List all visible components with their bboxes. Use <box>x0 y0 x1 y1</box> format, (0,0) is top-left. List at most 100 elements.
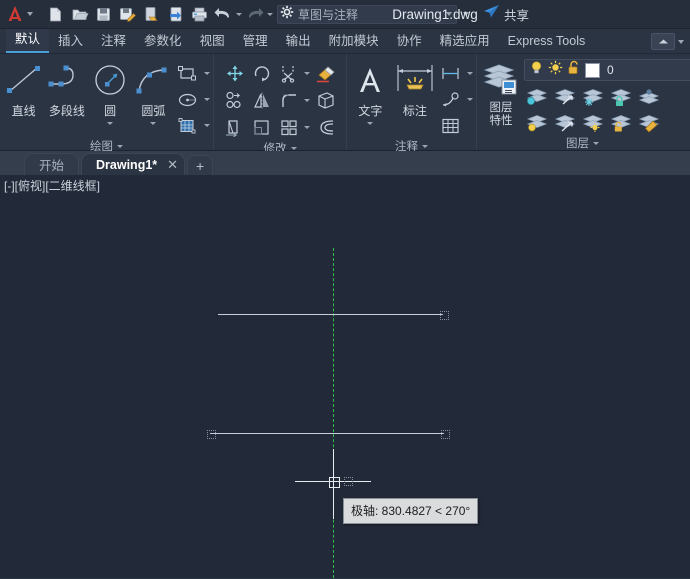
dimension-style-dropdown-caret[interactable] <box>465 72 474 75</box>
redo-dropdown-caret[interactable] <box>267 13 273 16</box>
fillet-dropdown-caret[interactable] <box>303 99 312 102</box>
layer-isolate-icon[interactable] <box>524 84 550 109</box>
export-icon[interactable] <box>140 3 163 25</box>
layer-color-swatch[interactable] <box>585 63 600 78</box>
trim-dropdown-caret[interactable] <box>303 72 312 75</box>
stretch-icon[interactable] <box>222 115 248 140</box>
ellipse-dropdown-caret[interactable] <box>202 98 211 101</box>
polyline-button[interactable]: 多段线 <box>45 59 88 127</box>
rectangle-icon[interactable] <box>175 61 201 86</box>
array-icon[interactable] <box>276 115 302 140</box>
ellipse-icon[interactable] <box>175 87 201 112</box>
offset-icon[interactable] <box>313 115 339 140</box>
drawing-canvas[interactable]: [-][俯视][二维线框] 极轴: 830.4827 < 270° <box>0 175 690 578</box>
file-tab-drawing1-label: Drawing1* <box>96 158 157 172</box>
current-layer-control[interactable]: 0 <box>524 59 690 81</box>
workspace-switcher[interactable]: 草图与注释 <box>277 5 457 24</box>
print-icon[interactable] <box>188 3 211 25</box>
lightbulb-icon[interactable] <box>529 60 544 80</box>
file-tab-start[interactable]: 开始 <box>24 153 79 175</box>
text-button[interactable]: 文字 <box>349 59 392 127</box>
ribbon-tab-view[interactable]: 视图 <box>191 31 234 53</box>
layer-lock-icon[interactable] <box>608 84 634 109</box>
horizontal-line-upper[interactable] <box>218 314 443 315</box>
layer-properties-label-line1: 图层 <box>490 102 513 115</box>
dimension-button[interactable]: 标注 <box>392 59 438 127</box>
fillet-icon[interactable] <box>276 88 302 113</box>
hatch-icon[interactable] <box>175 113 201 138</box>
arc-button[interactable]: 圆弧 <box>132 59 175 127</box>
panel-annotation-expand-caret[interactable] <box>422 145 428 148</box>
layer-unisolate-icon[interactable] <box>552 84 578 109</box>
share-button[interactable]: 共享 <box>483 4 529 24</box>
leader-dropdown-caret[interactable] <box>465 98 474 101</box>
close-icon[interactable]: ✕ <box>167 159 178 171</box>
save-as-icon[interactable] <box>116 3 139 25</box>
endpoint-marker-lower-right <box>441 430 450 439</box>
arc-label: 圆弧 <box>141 102 165 119</box>
layer-unlock-icon[interactable] <box>608 110 634 135</box>
array-dropdown-caret[interactable] <box>303 126 312 129</box>
quick-access-customize-caret[interactable] <box>27 12 33 16</box>
line-button[interactable]: 直线 <box>2 59 45 127</box>
copy-icon[interactable] <box>222 88 248 113</box>
trim-icon[interactable] <box>276 61 302 86</box>
qat-more-caret[interactable] <box>463 12 469 16</box>
minimize-ribbon-icon[interactable] <box>651 33 675 50</box>
ribbon-tab-manage[interactable]: 管理 <box>234 31 277 53</box>
crosshair-aperture <box>344 477 353 486</box>
3d-array-icon[interactable] <box>313 88 339 113</box>
ribbon-tab-insert[interactable]: 插入 <box>49 31 92 53</box>
circle-dropdown-caret[interactable] <box>107 120 113 127</box>
ribbon-options-caret[interactable] <box>678 40 684 44</box>
ribbon-tab-home[interactable]: 默认 <box>6 29 49 53</box>
cloud-sync-icon[interactable] <box>164 3 187 25</box>
move-icon[interactable] <box>222 61 248 86</box>
open-file-icon[interactable] <box>68 3 91 25</box>
panel-layers-expand-caret[interactable] <box>593 142 599 145</box>
horizontal-line-lower[interactable] <box>210 433 444 434</box>
rotate-icon[interactable] <box>249 61 275 86</box>
panel-modify-expand-caret[interactable] <box>291 147 297 150</box>
arc-dropdown-caret[interactable] <box>150 120 156 127</box>
workspace-dropdown-caret[interactable] <box>446 12 452 16</box>
ribbon-tab-addins[interactable]: 附加模块 <box>320 31 388 53</box>
unlock-icon[interactable] <box>567 60 581 80</box>
leader-icon[interactable] <box>438 87 464 112</box>
redo-icon[interactable] <box>243 3 266 25</box>
autocad-logo-icon[interactable] <box>4 3 26 25</box>
erase-icon[interactable] <box>313 61 339 86</box>
undo-icon[interactable] <box>212 3 235 25</box>
undo-dropdown-caret[interactable] <box>236 13 242 16</box>
panel-draw-expand-caret[interactable] <box>117 145 123 148</box>
layer-properties-button[interactable]: 图层 特性 <box>481 59 521 128</box>
mirror-icon[interactable] <box>249 88 275 113</box>
save-icon[interactable] <box>92 3 115 25</box>
share-label: 共享 <box>504 5 529 24</box>
layer-delete-icon[interactable] <box>636 110 662 135</box>
layer-merge-icon[interactable] <box>636 84 662 109</box>
dimension-icon <box>393 59 437 101</box>
text-dropdown-caret[interactable] <box>367 120 373 127</box>
ribbon-tab-annotate[interactable]: 注释 <box>92 31 135 53</box>
new-tab-button[interactable]: + <box>187 155 213 175</box>
ribbon-tab-featured-apps[interactable]: 精选应用 <box>431 31 499 53</box>
hatch-dropdown-caret[interactable] <box>202 124 211 127</box>
ribbon-tab-collaborate[interactable]: 协作 <box>388 31 431 53</box>
rectangle-dropdown-caret[interactable] <box>202 72 211 75</box>
layer-freeze-icon[interactable] <box>580 84 606 109</box>
dimension-style-icon[interactable] <box>438 61 464 86</box>
file-tab-drawing1[interactable]: Drawing1* ✕ <box>81 153 185 175</box>
layer-match-icon[interactable] <box>552 110 578 135</box>
table-icon[interactable] <box>438 113 464 138</box>
layer-off-icon[interactable] <box>524 110 550 135</box>
ribbon-tab-output[interactable]: 输出 <box>277 31 320 53</box>
sun-icon[interactable] <box>548 60 563 80</box>
viewport-label[interactable]: [-][俯视][二维线框] <box>4 177 100 194</box>
circle-button[interactable]: 圆 <box>89 59 132 127</box>
ribbon-tab-express-tools[interactable]: Express Tools <box>499 31 595 53</box>
new-file-icon[interactable] <box>44 3 67 25</box>
scale-icon[interactable] <box>249 115 275 140</box>
layer-thaw-all-icon[interactable] <box>580 110 606 135</box>
ribbon-tab-parametric[interactable]: 参数化 <box>135 31 191 53</box>
